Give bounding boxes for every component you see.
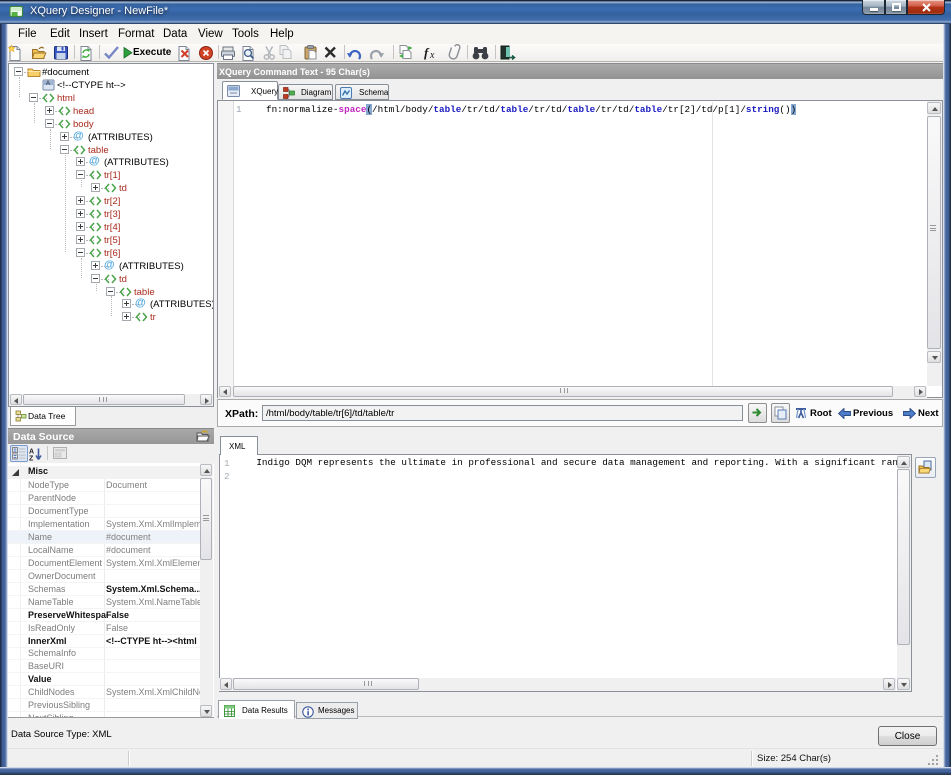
svg-text:A: A (46, 81, 50, 87)
svg-text:Z: Z (29, 456, 34, 462)
svg-text:x: x (429, 50, 435, 61)
svg-text:A: A (29, 449, 34, 456)
